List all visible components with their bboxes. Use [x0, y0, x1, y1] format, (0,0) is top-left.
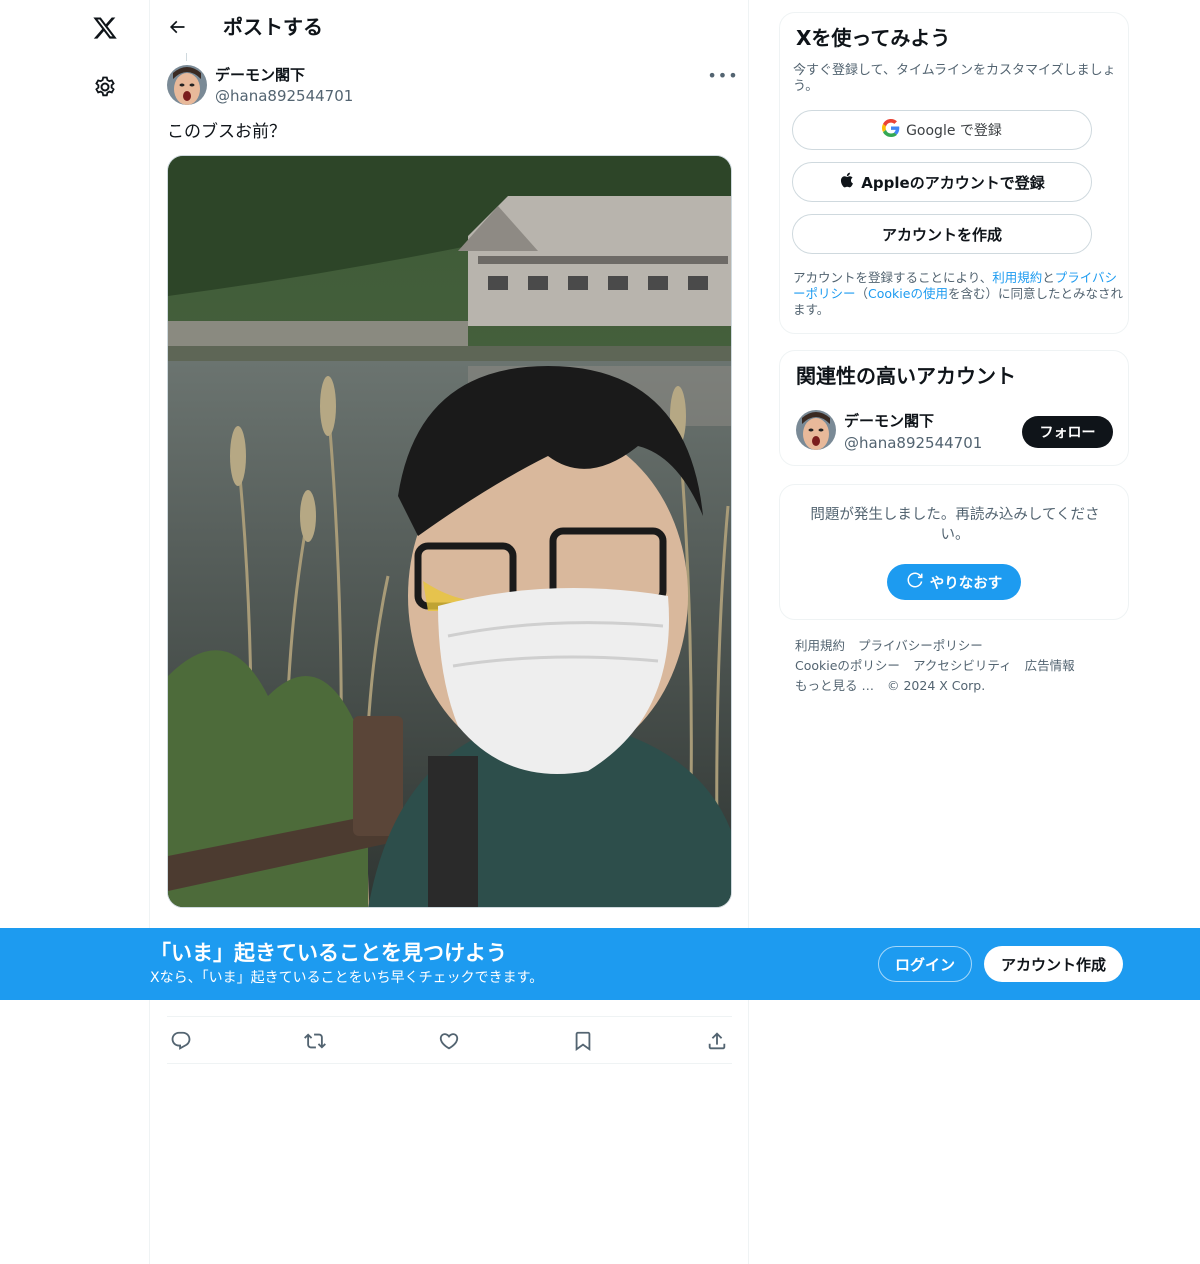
legal-text: アカウントを登録することにより、利用規約とプライバシーポリシー（Cookieの使…: [793, 270, 1123, 318]
left-nav: [0, 0, 149, 1264]
page-title: ポストする: [223, 15, 323, 39]
post-text: このブスお前？: [167, 122, 286, 142]
follow-button[interactable]: フォロー: [1022, 416, 1113, 448]
related-handle[interactable]: @hana892544701: [844, 433, 982, 453]
related-name[interactable]: デーモン閣下: [844, 411, 934, 431]
footer-privacy[interactable]: プライバシーポリシー: [858, 636, 983, 656]
legal-and: と: [1042, 270, 1055, 285]
login-banner: 「いま」起きていることを見つけよう Xなら、「いま」起きていることをいち早くチェ…: [0, 928, 1200, 1000]
author-handle[interactable]: @hana892544701: [215, 86, 353, 106]
legal-prefix: アカウントを登録することにより、: [793, 270, 993, 285]
retry-button[interactable]: やりなおす: [887, 564, 1021, 600]
footer-terms[interactable]: 利用規約: [795, 636, 845, 656]
gear-icon[interactable]: [91, 73, 119, 101]
more-horizontal-icon[interactable]: •••: [707, 64, 737, 86]
footer-copyright: © 2024 X Corp.: [886, 678, 986, 693]
reply-icon[interactable]: [169, 1029, 193, 1053]
author-name[interactable]: デーモン閣下: [215, 65, 305, 85]
google-signup-label: Google で登録: [906, 123, 1002, 139]
error-message: 問題が発生しました。再読み込みしてください。: [810, 507, 1100, 543]
terms-link[interactable]: 利用規約: [992, 270, 1042, 285]
share-icon[interactable]: [705, 1029, 729, 1053]
refresh-icon: [906, 571, 924, 593]
bookmark-icon[interactable]: [571, 1029, 595, 1053]
create-account-button[interactable]: アカウントを作成: [792, 214, 1092, 254]
related-accounts-card: 関連性の高いアカウント デーモン閣下 @hana892544701 フォロー: [779, 350, 1129, 466]
footer-accessibility[interactable]: アクセシビリティ: [913, 656, 1012, 676]
banner-title: 「いま」起きていることを見つけよう: [150, 941, 507, 965]
signup-subtitle: 今すぐ登録して、タイムラインをカスタマイズしましょう。: [793, 63, 1116, 94]
post-photo[interactable]: [167, 155, 732, 908]
legal-paren: （: [855, 286, 869, 301]
create-account-label: アカウントを作成: [881, 225, 1002, 244]
arrow-left-icon[interactable]: [164, 14, 190, 40]
footer-cookie[interactable]: Cookieのポリシー: [795, 656, 900, 676]
like-icon[interactable]: [437, 1029, 461, 1053]
avatar[interactable]: [167, 65, 207, 105]
footer-more[interactable]: もっと見る …: [795, 676, 874, 696]
create-account-banner-button[interactable]: アカウント作成: [984, 946, 1123, 982]
signup-title: Xを使ってみよう: [796, 26, 951, 50]
thread-line: [186, 53, 187, 61]
repost-icon[interactable]: [303, 1029, 327, 1053]
banner-subtitle: Xなら、「いま」起きていることをいち早くチェックできます。: [150, 970, 544, 986]
apple-icon: [839, 171, 855, 193]
login-button[interactable]: ログイン: [878, 946, 972, 982]
retry-label: やりなおす: [929, 575, 1003, 592]
footer-ads[interactable]: 広告情報: [1025, 656, 1075, 676]
error-card: 問題が発生しました。再読み込みしてください。 やりなおす: [779, 484, 1129, 620]
avatar[interactable]: [796, 410, 836, 450]
footer-links: 利用規約 プライバシーポリシー Cookieのポリシー アクセシビリティ 広告情…: [795, 636, 1125, 696]
main-column: ポストする デーモン閣下 @hana892544701 ••• このブスお前？: [149, 0, 749, 1264]
post-actions: [167, 1016, 732, 1064]
x-logo-icon[interactable]: [89, 12, 121, 44]
page-header: ポストする: [150, 0, 750, 53]
google-signup-button[interactable]: Google で登録: [792, 110, 1092, 150]
google-icon: [882, 119, 900, 141]
related-title: 関連性の高いアカウント: [796, 364, 1016, 388]
apple-signup-label: Appleのアカウントで登録: [861, 173, 1045, 192]
cookie-link[interactable]: Cookieの使用: [868, 286, 948, 301]
signup-card: Xを使ってみよう 今すぐ登録して、タイムラインをカスタマイズしましょう。 Goo…: [779, 12, 1129, 334]
apple-signup-button[interactable]: Appleのアカウントで登録: [792, 162, 1092, 202]
